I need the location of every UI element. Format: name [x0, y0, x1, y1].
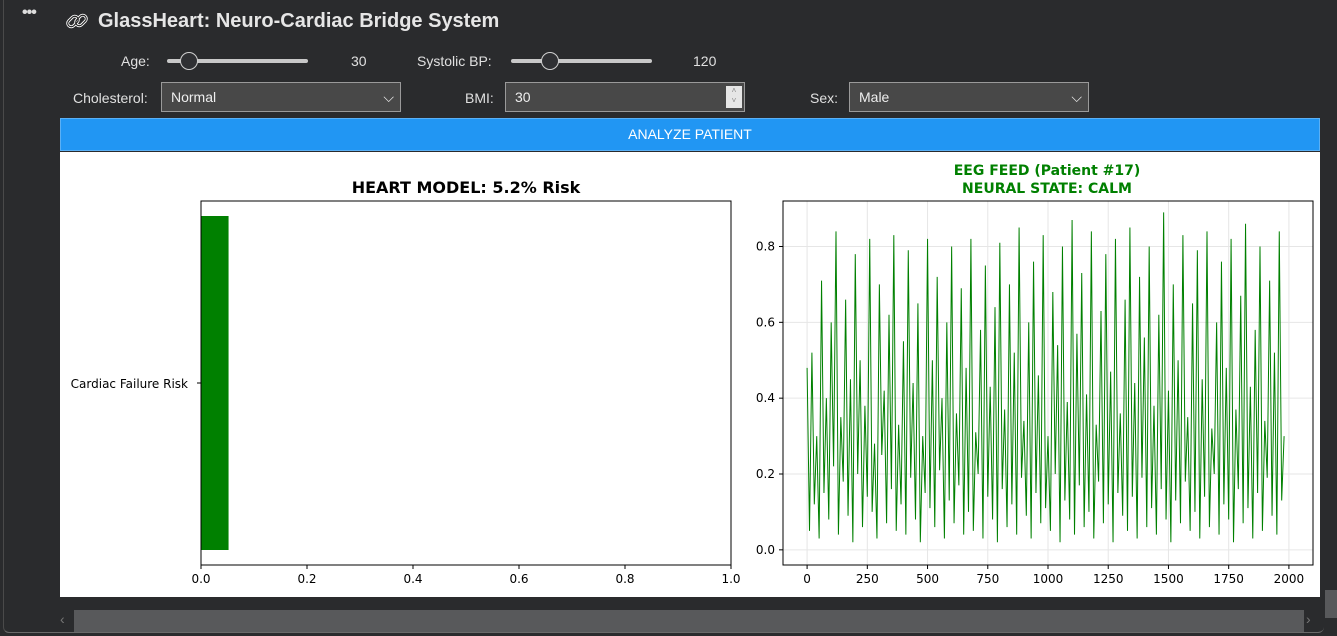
eeg-chart-subtitle: NEURAL STATE: CALM [962, 181, 1132, 197]
eeg-line [806, 212, 1285, 543]
chevron-down-icon: ⌵ [1071, 89, 1082, 105]
vertical-scrollbar[interactable] [1325, 590, 1337, 618]
systolic-slider-handle[interactable] [541, 52, 559, 70]
sex-value: Male [859, 89, 890, 105]
systolic-label: Systolic BP: [417, 53, 492, 69]
analyze-patient-button[interactable]: ANALYZE PATIENT [60, 118, 1320, 151]
y-tick-label: 0.6 [756, 315, 775, 329]
link-icon [66, 13, 88, 29]
y-tick-label: 0.2 [756, 467, 775, 481]
x-tick-label: 750 [976, 572, 999, 586]
spinner-icon[interactable]: ˄ ˅ [726, 86, 742, 108]
axes-frame [200, 200, 732, 566]
x-tick-label: 2000 [1274, 572, 1305, 586]
bmi-value: 30 [515, 89, 531, 105]
age-slider[interactable] [167, 52, 308, 70]
scroll-left-icon[interactable]: ‹ [60, 611, 65, 627]
cholesterol-label: Cholesterol: [73, 90, 148, 106]
app-title: GlassHeart: Neuro-Cardiac Bridge System [64, 8, 499, 34]
cholesterol-select[interactable]: Normal ⌵ [161, 82, 401, 112]
app-title-text: GlassHeart: Neuro-Cardiac Bridge System [98, 9, 500, 32]
x-tick-label: 1.0 [721, 572, 740, 586]
sex-label: Sex: [810, 90, 839, 106]
x-tick-label: 500 [916, 572, 939, 586]
chevron-down-icon: ⌵ [383, 89, 394, 105]
x-tick-label: 0.6 [509, 572, 528, 586]
x-tick-label: 1500 [1153, 572, 1184, 586]
x-tick-label: 0.2 [297, 572, 316, 586]
x-tick-label: 1750 [1213, 572, 1244, 586]
y-tick-label: 0.0 [756, 543, 775, 557]
x-tick-label: 0.4 [403, 572, 422, 586]
age-value: 30 [351, 53, 367, 69]
age-slider-handle[interactable] [180, 52, 198, 70]
x-tick-label: 0.0 [191, 572, 210, 586]
ellipsis-icon[interactable]: ••• [22, 4, 37, 22]
age-label: Age: [121, 53, 150, 69]
heart-chart-title: HEART MODEL: 5.2% Risk [352, 178, 581, 197]
x-tick-label: 0 [803, 572, 811, 586]
chart-output: HEART MODEL: 5.2% Risk Cardiac Failure R… [60, 152, 1320, 597]
systolic-slider[interactable] [511, 52, 652, 70]
horizontal-scrollbar[interactable] [74, 610, 1304, 632]
charts-figure: HEART MODEL: 5.2% Risk Cardiac Failure R… [71, 163, 1314, 586]
sex-select[interactable]: Male ⌵ [849, 82, 1089, 112]
x-tick-label: 0.8 [615, 572, 634, 586]
bar-category-label: Cardiac Failure Risk [71, 377, 188, 391]
systolic-value: 120 [693, 53, 717, 69]
eeg-chart-title: EEG FEED (Patient #17) [954, 163, 1141, 179]
cholesterol-value: Normal [171, 89, 217, 105]
bmi-label: BMI: [465, 90, 494, 106]
bar-cardiac-failure-risk [201, 216, 229, 550]
y-tick-label: 0.8 [756, 240, 775, 254]
x-tick-label: 1000 [1033, 572, 1064, 586]
bmi-input[interactable]: 30 ˄ ˅ [505, 82, 745, 112]
x-tick-label: 250 [856, 572, 879, 586]
scroll-right-icon[interactable]: › [1306, 611, 1311, 627]
y-tick-label: 0.4 [756, 391, 775, 405]
x-tick-label: 1250 [1093, 572, 1124, 586]
